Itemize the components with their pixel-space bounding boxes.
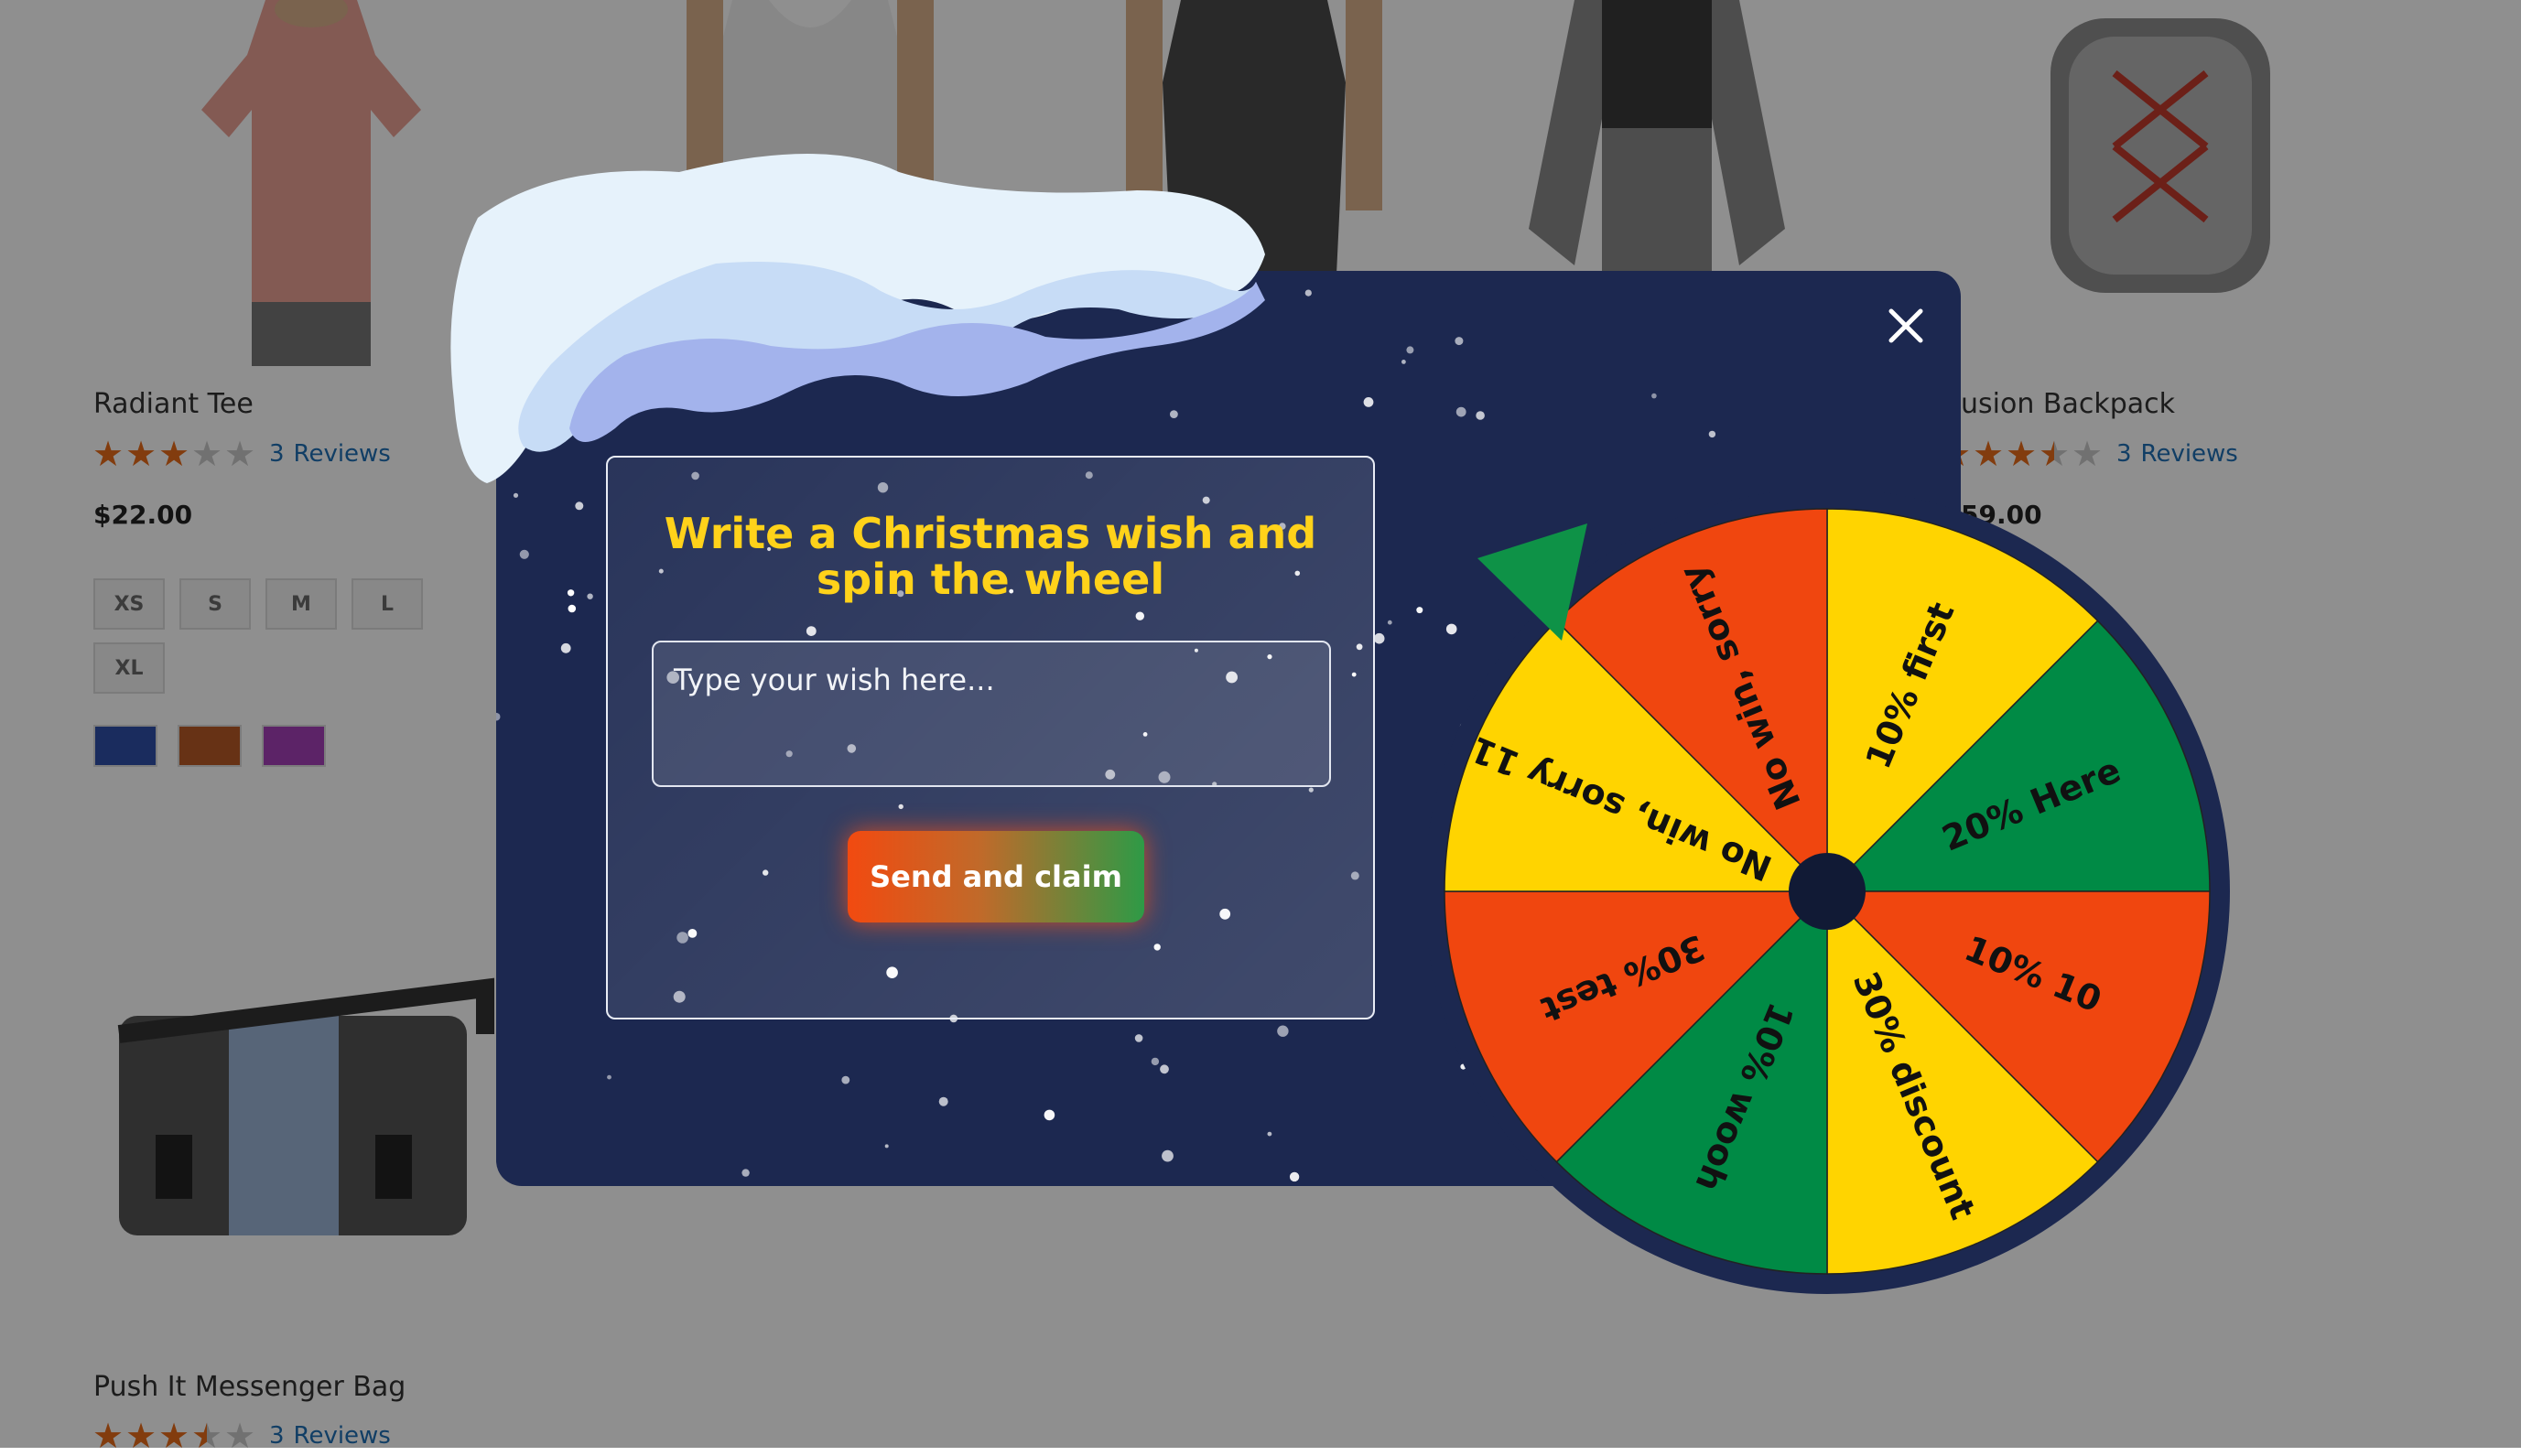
snowflake bbox=[1363, 397, 1374, 407]
snowflake bbox=[884, 1144, 889, 1149]
snowflake bbox=[567, 589, 575, 597]
snowflake bbox=[1708, 430, 1716, 438]
snowflake bbox=[1476, 411, 1485, 420]
snowflake bbox=[587, 593, 593, 599]
snowflake bbox=[1162, 1149, 1174, 1162]
snowflake bbox=[496, 712, 501, 721]
snowflake bbox=[1455, 406, 1466, 417]
snowflake bbox=[1651, 393, 1657, 399]
send-and-claim-button[interactable]: Send and claim bbox=[848, 831, 1144, 922]
snowflake bbox=[1277, 1025, 1289, 1037]
snowflake bbox=[1373, 632, 1385, 644]
snowflake bbox=[607, 1074, 611, 1080]
snowflake bbox=[938, 1096, 948, 1106]
popup-title: Write a Christmas wish and spin the whee… bbox=[664, 509, 1317, 604]
close-icon bbox=[1888, 308, 1923, 343]
snowflake bbox=[1406, 346, 1414, 354]
close-button[interactable] bbox=[1878, 298, 1933, 353]
snowflake bbox=[1267, 1131, 1272, 1137]
wish-input[interactable] bbox=[652, 641, 1331, 787]
snowflake bbox=[1289, 1171, 1300, 1182]
snowflake bbox=[560, 642, 571, 653]
snowflake bbox=[1455, 337, 1464, 346]
snowflake bbox=[741, 1169, 750, 1177]
wish-form: Write a Christmas wish and spin the whee… bbox=[606, 456, 1375, 1019]
snowflake bbox=[568, 604, 577, 613]
snowflake bbox=[1401, 360, 1406, 364]
snowflake bbox=[513, 492, 519, 498]
snowflake bbox=[1304, 289, 1312, 297]
snowflake bbox=[1387, 620, 1392, 625]
snowflake bbox=[1134, 1034, 1143, 1042]
snowflake bbox=[1160, 1064, 1169, 1074]
snowflake bbox=[1044, 1109, 1055, 1121]
wheel-hub bbox=[1789, 853, 1866, 930]
snowflake bbox=[1151, 1057, 1160, 1066]
prize-wheel[interactable]: 10% first20% Here10% 1030% discount10% w… bbox=[1406, 470, 2248, 1312]
snow-cap-decoration bbox=[450, 154, 1265, 483]
snowflake bbox=[519, 549, 529, 559]
snowflake bbox=[841, 1075, 850, 1084]
snowflake bbox=[575, 502, 584, 511]
